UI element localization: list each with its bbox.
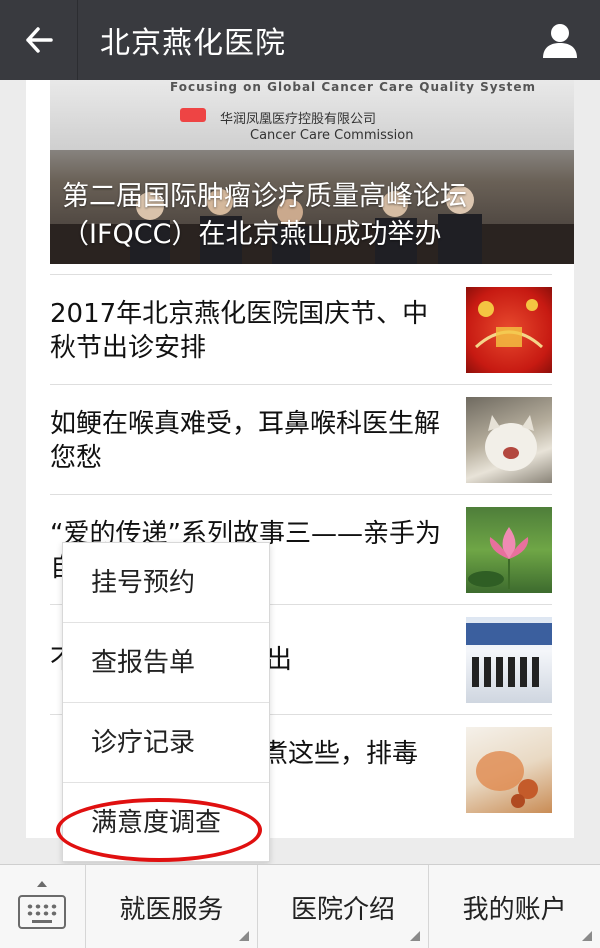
tab-my-account[interactable]: 我的账户 — [429, 865, 600, 948]
submenu-indicator-icon — [410, 931, 421, 941]
featured-article[interactable]: Focusing on Global Cancer Care Quality S… — [50, 80, 574, 264]
page-title: 北京燕化医院 — [100, 26, 286, 61]
highlight-annotation — [56, 798, 262, 862]
tab-hospital-intro[interactable]: 医院介绍 — [258, 865, 430, 948]
cat-image-icon — [485, 415, 537, 471]
article-thumbnail — [466, 617, 552, 703]
tab-label: 医院介绍 — [291, 894, 396, 925]
hero-caption: 第二届国际肿瘤诊疗质量高峰论坛（IFQCC）在北京燕山成功举办 — [62, 181, 467, 250]
article-title: 2017年北京燕化医院国庆节、中秋节出诊安排 — [50, 299, 429, 363]
menu-item-appointment[interactable]: 挂号预约 — [63, 543, 269, 623]
bottom-menu-bar: 就医服务 医院介绍 我的账户 — [0, 864, 600, 948]
submenu-indicator-icon — [582, 931, 593, 941]
menu-item-records[interactable]: 诊疗记录 — [63, 703, 269, 783]
article-item[interactable]: 如鲠在喉真难受，耳鼻喉科医生解您愁 — [50, 384, 552, 494]
article-item[interactable]: 2017年北京燕化医院国庆节、中秋节出诊安排 — [50, 274, 552, 384]
lotus-image-icon — [468, 527, 529, 589]
back-button[interactable] — [0, 0, 78, 80]
tab-label: 我的账户 — [462, 894, 567, 925]
hero-logo-icon — [180, 108, 206, 122]
conference-image-icon — [466, 623, 552, 687]
user-profile-icon[interactable] — [540, 20, 580, 60]
article-thumbnail — [466, 287, 552, 373]
hero-banner-english: Focusing on Global Cancer Care Quality S… — [170, 80, 537, 94]
tea-image-icon — [476, 751, 538, 808]
expand-arrow-icon — [37, 881, 47, 887]
back-arrow-icon — [25, 27, 53, 53]
keyboard-icon — [18, 895, 66, 929]
top-bar: 北京燕化医院 — [0, 0, 600, 80]
menu-item-reports[interactable]: 查报告单 — [63, 623, 269, 703]
article-thumbnail — [466, 507, 552, 593]
hero-banner-chinese: 华润凤凰医疗控股有限公司 — [220, 112, 377, 127]
article-thumbnail — [466, 727, 552, 813]
holiday-image-icon — [474, 299, 544, 349]
keyboard-toggle-button[interactable] — [0, 865, 86, 948]
hero-banner-commission: Cancer Care Commission — [250, 128, 414, 143]
tab-medical-services[interactable]: 就医服务 — [86, 865, 258, 948]
tab-label: 就医服务 — [119, 894, 224, 925]
article-title: 如鲠在喉真难受，耳鼻喉科医生解您愁 — [50, 409, 441, 473]
submenu-indicator-icon — [238, 931, 249, 941]
article-thumbnail — [466, 397, 552, 483]
